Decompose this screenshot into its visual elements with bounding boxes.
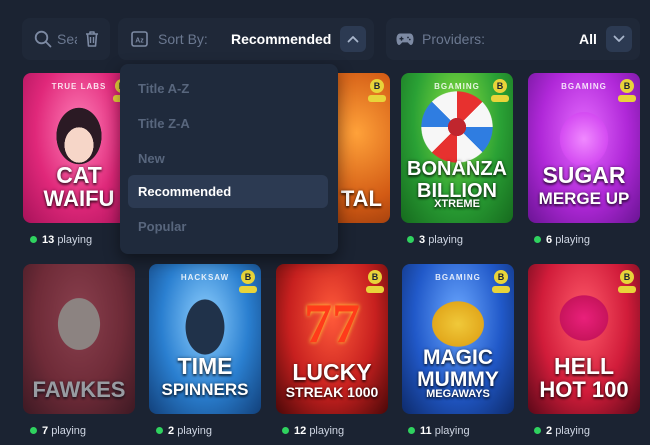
game-subtitle: MEGAWAYS: [426, 388, 490, 400]
gamepad-icon: [396, 33, 414, 45]
players-count: 3 playing: [407, 234, 463, 246]
game-card-bonanza-billion[interactable]: BGAMING B BONANZA BILLION XTREME: [401, 73, 513, 223]
players-count: 7 playing: [30, 425, 86, 437]
players-count: 11 playing: [408, 425, 470, 437]
sort-toggle-button[interactable]: [340, 26, 366, 52]
game-title: TIME: [177, 353, 233, 379]
sort-option-new[interactable]: New: [128, 142, 328, 175]
sort-value[interactable]: Recommended: [231, 31, 331, 47]
players-count: 6 playing: [534, 234, 590, 246]
chevron-up-icon: [347, 36, 359, 43]
sort-option-title-z-a[interactable]: Title Z-A: [128, 107, 328, 140]
bgaming-badge: B: [368, 270, 382, 284]
online-dot: [407, 236, 414, 243]
bgaming-badge: B: [620, 79, 634, 93]
search-box[interactable]: Search: [22, 18, 110, 60]
game-card-magic-mummy[interactable]: BGAMING B MAGIC MUMMY MEGAWAYS: [402, 264, 514, 414]
game-title: SPINNERS: [161, 380, 249, 399]
providers-label: Providers:: [422, 31, 486, 47]
game-card-cat-waifu[interactable]: TRUE LABS B CAT WAIFU: [23, 73, 135, 223]
providers-value[interactable]: All: [579, 31, 597, 47]
game-title: MERGE UP: [538, 189, 630, 208]
search-icon: [34, 30, 52, 48]
badge-tag: [618, 286, 636, 293]
game-subtitle: XTREME: [434, 198, 480, 210]
badge-tag: [239, 286, 257, 293]
sort-label: Sort By:: [158, 31, 208, 47]
badge-tag: [366, 286, 384, 293]
game-title: SUGAR: [542, 162, 626, 188]
game-card-sugar-merge-up[interactable]: BGAMING B SUGAR MERGE UP: [528, 73, 640, 223]
sort-menu: Title A-Z Title Z-A New Recommended Popu…: [120, 64, 338, 254]
bgaming-badge: B: [370, 79, 384, 93]
badge-tag: [618, 95, 636, 102]
online-dot: [282, 427, 289, 434]
toolbar: Search Az Sort By: Recommended Providers…: [0, 0, 650, 70]
game-title: MAGIC: [423, 346, 493, 369]
game-title: CAT: [56, 162, 102, 188]
online-dot: [534, 427, 541, 434]
svg-text:Az: Az: [135, 38, 144, 45]
bgaming-badge: B: [241, 270, 255, 284]
players-count: 12 playing: [282, 425, 344, 437]
game-card-hell-hot-100[interactable]: B HELL HOT 100: [528, 264, 640, 414]
chevron-down-icon: [613, 35, 625, 42]
providers-toggle-button[interactable]: [606, 26, 632, 52]
trash-icon[interactable]: [84, 30, 100, 48]
search-input[interactable]: Search: [57, 31, 77, 47]
bgaming-badge: B: [493, 79, 507, 93]
sort-option-popular[interactable]: Popular: [128, 210, 328, 243]
game-title: WAIFU: [43, 186, 115, 211]
badge-tag: [492, 286, 510, 293]
badge-tag: [491, 95, 509, 102]
game-card-lucky-streak-1000[interactable]: 77 B LUCKY STREAK 1000: [276, 264, 388, 414]
game-title: STREAK 1000: [285, 384, 379, 400]
players-count: 2 playing: [156, 425, 212, 437]
sort-dropdown[interactable]: Az Sort By: Recommended: [118, 18, 374, 60]
game-card-fawkes[interactable]: FAWKES: [23, 264, 135, 414]
online-dot: [408, 427, 415, 434]
players-count: 13 playing: [30, 234, 92, 246]
sevens-graphic: 77: [304, 293, 360, 355]
game-title: FAWKES: [32, 377, 126, 402]
badge-tag: [368, 95, 386, 102]
game-title: BONANZA: [407, 158, 507, 180]
online-dot: [30, 427, 37, 434]
players-count: 2 playing: [534, 425, 590, 437]
game-card-time-spinners[interactable]: HACKSAW B TIME SPINNERS: [149, 264, 261, 414]
game-title: HELL: [553, 353, 615, 379]
sort-icon: Az: [131, 31, 148, 47]
bgaming-badge: B: [620, 270, 634, 284]
online-dot: [30, 236, 37, 243]
providers-dropdown[interactable]: Providers: All: [386, 18, 640, 60]
sort-option-recommended[interactable]: Recommended: [128, 175, 328, 208]
game-title: HOT 100: [539, 377, 629, 402]
bgaming-badge: B: [494, 270, 508, 284]
sort-option-title-a-z[interactable]: Title A-Z: [128, 72, 328, 105]
online-dot: [156, 427, 163, 434]
online-dot: [534, 236, 541, 243]
